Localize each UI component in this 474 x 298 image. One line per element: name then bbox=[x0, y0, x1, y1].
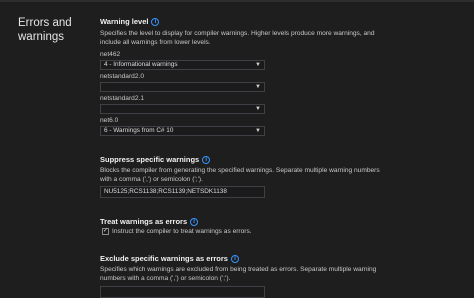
suppress-title: Suppress specific warnings bbox=[100, 155, 200, 164]
chevron-down-icon: ▼ bbox=[255, 62, 261, 68]
warning-level-title: Warning level bbox=[100, 17, 149, 26]
framework-label-net462: net462 bbox=[100, 51, 121, 58]
info-icon[interactable]: i bbox=[190, 218, 199, 227]
info-icon[interactable]: i bbox=[151, 18, 160, 27]
exclude-title: Exclude specific warnings as errors bbox=[100, 254, 228, 263]
info-icon[interactable]: i bbox=[230, 255, 239, 264]
framework-label-net6-0: net6.0 bbox=[100, 117, 119, 124]
framework-label-netstandard2-1: netstandard2.1 bbox=[100, 95, 144, 102]
suppress-heading: Suppress specific warnings i bbox=[100, 155, 211, 165]
exclude-description: Specifies which warnings are excluded fr… bbox=[100, 266, 377, 282]
warning-level-select-netstandard2-1[interactable]: ▼ bbox=[100, 104, 265, 114]
exclude-warnings-input[interactable] bbox=[100, 286, 265, 298]
settings-panel: Warning level i Specifies the level to di… bbox=[100, 0, 474, 298]
warning-level-description: Specifies the level to display for compi… bbox=[100, 30, 375, 46]
treat-as-errors-heading: Treat warnings as errors i bbox=[100, 217, 199, 227]
select-value: 4 - Informational warnings bbox=[104, 61, 178, 68]
select-value: 6 - Warnings from C# 10 bbox=[104, 127, 174, 134]
warning-level-select-net6-0[interactable]: 6 - Warnings from C# 10 ▼ bbox=[100, 126, 265, 136]
warning-level-select-netstandard2-0[interactable]: ▼ bbox=[100, 82, 265, 92]
treat-as-errors-label[interactable]: Instruct the compiler to treat warnings … bbox=[112, 228, 252, 235]
warning-level-heading: Warning level i bbox=[100, 17, 160, 27]
chevron-down-icon: ▼ bbox=[255, 128, 261, 134]
exclude-heading: Exclude specific warnings as errors i bbox=[100, 254, 239, 264]
treat-as-errors-checkbox[interactable]: ✓ bbox=[102, 228, 109, 235]
info-icon[interactable]: i bbox=[202, 156, 211, 165]
checkmark-icon: ✓ bbox=[103, 228, 109, 234]
framework-label-netstandard2-0: netstandard2.0 bbox=[100, 73, 144, 80]
chevron-down-icon: ▼ bbox=[255, 106, 261, 112]
warning-level-select-net462[interactable]: 4 - Informational warnings ▼ bbox=[100, 60, 265, 70]
category-title: Errors and warnings bbox=[18, 17, 72, 43]
suppress-warnings-input[interactable]: NU5125;RCS1138;RCS1139;NETSDK1138 bbox=[100, 186, 265, 198]
suppress-description: Blocks the compiler from generating the … bbox=[100, 167, 380, 183]
chevron-down-icon: ▼ bbox=[255, 84, 261, 90]
treat-as-errors-title: Treat warnings as errors bbox=[100, 217, 188, 226]
